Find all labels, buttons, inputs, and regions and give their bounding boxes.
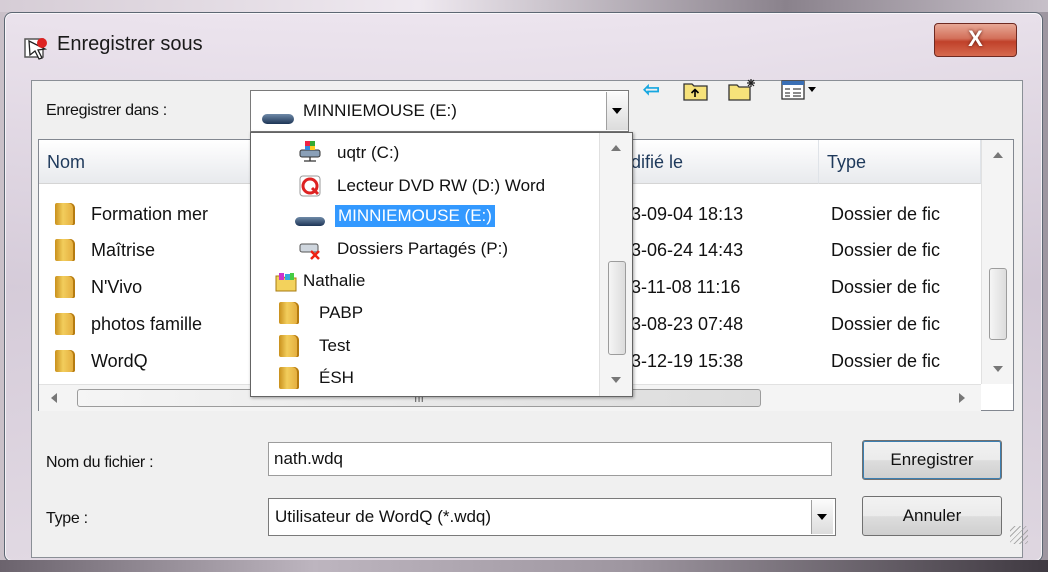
save-button[interactable]: Enregistrer [862,440,1002,480]
row-modified: 3-09-04 18:13 [631,204,744,224]
row-type: Dossier de fic [831,240,941,260]
row-modified: 3-06-24 14:43 [631,240,744,260]
dvd-drive-icon [299,175,321,197]
dropdown-item-label: Dossiers Partagés (P:) [337,239,508,258]
row-type: Dossier de fic [831,277,941,297]
scroll-down-arrow-icon[interactable] [993,366,1003,372]
up-folder-icon[interactable] [683,80,709,102]
folder-icon [279,335,299,357]
resize-grip-icon[interactable] [1010,526,1028,544]
row-name: N'Vivo [91,277,143,297]
folder-icon [55,350,75,372]
dropdown-item-label: ÉSH [319,368,354,387]
back-arrow-icon[interactable]: ⇦ [643,77,660,102]
dropdown-item-label: Nathalie [303,271,366,290]
row-type: Dossier de fic [831,351,941,371]
folder-icon [55,313,75,335]
user-folder-icon [275,273,297,292]
scroll-right-arrow-icon[interactable] [959,393,965,403]
folder-icon [55,203,75,225]
row-name: WordQ [91,351,148,371]
location-value: MINNIEMOUSE (E:) [303,101,457,120]
dialog-title: Enregistrer sous [57,33,203,55]
filename-input[interactable] [268,442,832,476]
scroll-up-arrow-icon[interactable] [993,152,1003,158]
scroll-down-arrow-icon[interactable] [611,377,621,383]
dropdown-item-label: Test [319,336,351,355]
disconnected-drive-icon [299,243,320,260]
scroll-up-arrow-icon[interactable] [611,145,621,151]
scrollbar-thumb[interactable] [989,268,1007,340]
dropdown-item-label: PABP [319,303,364,322]
folder-icon [279,302,299,324]
new-folder-icon[interactable] [728,78,758,102]
folder-icon [55,276,75,298]
location-dropdown-list[interactable]: uqtr (C:) Lecteur DVD RW (D:) Word MINNI… [250,132,633,397]
dropdown-item-label: Lecteur DVD RW (D:) Word [337,176,546,195]
location-combobox[interactable]: MINNIEMOUSE (E:) [250,90,629,132]
removable-drive-icon [262,114,294,124]
row-name: Maîtrise [91,240,156,260]
file-type-value: Utilisateur de WordQ (*.wdq) [275,507,492,526]
row-modified: 3-12-19 15:38 [631,351,744,371]
column-header-modified[interactable]: difié le [624,140,819,184]
removable-drive-icon [295,217,325,226]
view-menu-icon[interactable] [781,80,821,102]
type-label: Type : [46,510,88,527]
row-type: Dossier de fic [831,204,941,224]
row-modified: 3-08-23 07:48 [631,314,744,334]
folder-icon [279,367,299,389]
close-button[interactable]: X [934,23,1017,57]
row-name: photos famille [91,314,203,334]
cancel-button[interactable]: Annuler [862,496,1002,536]
desktop-background-top [0,0,1048,12]
row-name: Formation mer [91,204,209,224]
file-type-select[interactable]: Utilisateur de WordQ (*.wdq) [268,498,836,536]
save-in-label: Enregistrer dans : [46,102,167,119]
location-dropdown-button[interactable] [606,92,628,130]
row-type: Dossier de fic [831,314,941,334]
dropdown-item-label: uqtr (C:) [337,143,400,162]
network-drive-icon [299,141,321,162]
vertical-scrollbar[interactable] [981,140,1013,384]
row-modified: 3-11-08 11:16 [631,277,741,297]
folder-icon [55,239,75,261]
scroll-left-arrow-icon[interactable] [51,393,57,403]
dropdown-scrollbar[interactable] [599,133,632,396]
column-header-type[interactable]: Type [819,140,981,184]
save-dialog-icon [24,38,48,60]
file-type-dropdown-button[interactable] [811,500,833,534]
dropdown-scrollbar-thumb[interactable] [608,261,626,355]
dropdown-item-label: MINNIEMOUSE (E:) [335,205,495,227]
filename-label: Nom du fichier : [46,454,154,471]
desktop-background-bottom [0,560,1048,572]
